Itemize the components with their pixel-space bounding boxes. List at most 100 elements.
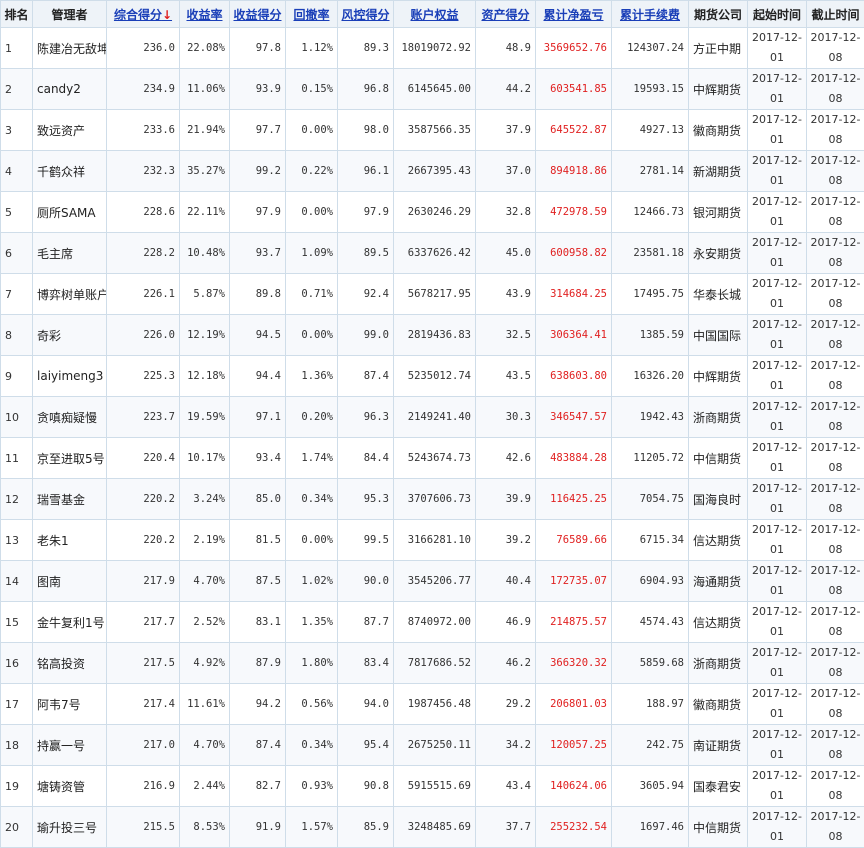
header-equity[interactable]: 账户权益: [394, 1, 476, 28]
cell-risk-score: 85.9: [338, 807, 394, 848]
cell-equity: 6337626.42: [394, 233, 476, 274]
cell-equity: 18019072.92: [394, 28, 476, 69]
cell-manager[interactable]: laiyimeng3: [33, 356, 107, 397]
header-manager: 管理者: [33, 1, 107, 28]
table-row: 7博弈树单账户226.15.87%89.80.71%92.45678217.95…: [1, 274, 864, 315]
end-time-part: 2017-12-: [809, 602, 862, 622]
cell-drawdown: 0.00%: [286, 192, 338, 233]
cell-risk-score: 83.4: [338, 643, 394, 684]
cell-manager[interactable]: 贪嗔痴疑慢: [33, 397, 107, 438]
cell-cum-fee: 3605.94: [612, 766, 689, 807]
cell-return-rate: 35.27%: [180, 151, 230, 192]
cell-asset-score: 46.9: [476, 602, 536, 643]
header-cum-profit[interactable]: 累计净盈亏: [536, 1, 612, 28]
end-time-part: 2017-12-: [809, 356, 862, 376]
cell-asset-score: 48.9: [476, 28, 536, 69]
cell-start-time: 2017-12-01: [748, 438, 807, 479]
cell-manager[interactable]: 奇彩: [33, 315, 107, 356]
cell-company: 中信期货: [689, 807, 748, 848]
header-return-rate[interactable]: 收益率: [180, 1, 230, 28]
cell-equity: 2819436.83: [394, 315, 476, 356]
cell-start-time: 2017-12-01: [748, 315, 807, 356]
end-time-part: 08: [809, 130, 862, 150]
cell-return-rate: 2.19%: [180, 520, 230, 561]
cell-drawdown: 0.71%: [286, 274, 338, 315]
end-time-part: 08: [809, 212, 862, 232]
cell-company: 国泰君安: [689, 766, 748, 807]
end-time-part: 2017-12-: [809, 725, 862, 745]
cell-company: 方正中期: [689, 28, 748, 69]
end-time-part: 2017-12-: [809, 397, 862, 417]
cell-manager[interactable]: 阿韦7号: [33, 684, 107, 725]
start-time-part: 01: [750, 499, 804, 519]
cell-manager[interactable]: 京至进取5号: [33, 438, 107, 479]
header-asset-score[interactable]: 资产得分: [476, 1, 536, 28]
cell-manager[interactable]: 塘铸资管: [33, 766, 107, 807]
cell-rank: 3: [1, 110, 33, 151]
cell-asset-score: 45.0: [476, 233, 536, 274]
cell-return-rate: 4.70%: [180, 725, 230, 766]
cell-end-time: 2017-12-08: [807, 602, 864, 643]
cell-company: 徽商期货: [689, 110, 748, 151]
cell-composite-score: 217.5: [107, 643, 180, 684]
cell-asset-score: 43.9: [476, 274, 536, 315]
cell-manager[interactable]: 持赢一号: [33, 725, 107, 766]
cell-cum-fee: 6904.93: [612, 561, 689, 602]
end-time-part: 08: [809, 417, 862, 437]
cell-composite-score: 228.6: [107, 192, 180, 233]
cell-manager[interactable]: 金牛复利1号: [33, 602, 107, 643]
cell-return-score: 83.1: [230, 602, 286, 643]
cell-cum-profit: 306364.41: [536, 315, 612, 356]
table-row: 3致远资产233.621.94%97.70.00%98.03587566.353…: [1, 110, 864, 151]
cell-return-rate: 11.61%: [180, 684, 230, 725]
header-risk-score[interactable]: 风控得分: [338, 1, 394, 28]
cell-manager[interactable]: 瑞雪基金: [33, 479, 107, 520]
cell-drawdown: 0.34%: [286, 725, 338, 766]
table-row: 19塘铸资管216.92.44%82.70.93%90.85915515.694…: [1, 766, 864, 807]
header-rank: 排名: [1, 1, 33, 28]
cell-manager[interactable]: candy2: [33, 69, 107, 110]
cell-composite-score: 220.2: [107, 479, 180, 520]
header-return-score[interactable]: 收益得分: [230, 1, 286, 28]
cell-manager[interactable]: 千鹤众祥: [33, 151, 107, 192]
start-time-part: 2017-12-: [750, 315, 804, 335]
cell-equity: 3707606.73: [394, 479, 476, 520]
cell-asset-score: 30.3: [476, 397, 536, 438]
header-drawdown[interactable]: 回撤率: [286, 1, 338, 28]
cell-manager[interactable]: 铭高投资: [33, 643, 107, 684]
end-time-part: 08: [809, 48, 862, 68]
cell-manager[interactable]: 博弈树单账户: [33, 274, 107, 315]
cell-rank: 10: [1, 397, 33, 438]
cell-end-time: 2017-12-08: [807, 520, 864, 561]
cell-manager[interactable]: 陈建冶无敌坤: [33, 28, 107, 69]
cell-manager[interactable]: 毛主席: [33, 233, 107, 274]
cell-start-time: 2017-12-01: [748, 479, 807, 520]
cell-equity: 3248485.69: [394, 807, 476, 848]
start-time-part: 01: [750, 253, 804, 273]
cell-manager[interactable]: 图南: [33, 561, 107, 602]
cell-rank: 4: [1, 151, 33, 192]
cell-return-rate: 5.87%: [180, 274, 230, 315]
cell-manager[interactable]: 致远资产: [33, 110, 107, 151]
cell-end-time: 2017-12-08: [807, 725, 864, 766]
cell-cum-profit: 366320.32: [536, 643, 612, 684]
cell-risk-score: 90.0: [338, 561, 394, 602]
cell-asset-score: 46.2: [476, 643, 536, 684]
cell-rank: 20: [1, 807, 33, 848]
cell-rank: 9: [1, 356, 33, 397]
header-cum-fee[interactable]: 累计手续费: [612, 1, 689, 28]
cell-drawdown: 0.22%: [286, 151, 338, 192]
cell-start-time: 2017-12-01: [748, 561, 807, 602]
cell-manager[interactable]: 瑜升投三号: [33, 807, 107, 848]
cell-cum-profit: 472978.59: [536, 192, 612, 233]
cell-manager[interactable]: 老朱1: [33, 520, 107, 561]
cell-equity: 5235012.74: [394, 356, 476, 397]
cell-manager[interactable]: 厕所SAMA: [33, 192, 107, 233]
header-composite-score[interactable]: 综合得分↓: [107, 1, 180, 28]
end-time-part: 2017-12-: [809, 110, 862, 130]
start-time-part: 01: [750, 663, 804, 683]
cell-rank: 17: [1, 684, 33, 725]
cell-risk-score: 89.5: [338, 233, 394, 274]
end-time-part: 2017-12-: [809, 438, 862, 458]
cell-end-time: 2017-12-08: [807, 151, 864, 192]
